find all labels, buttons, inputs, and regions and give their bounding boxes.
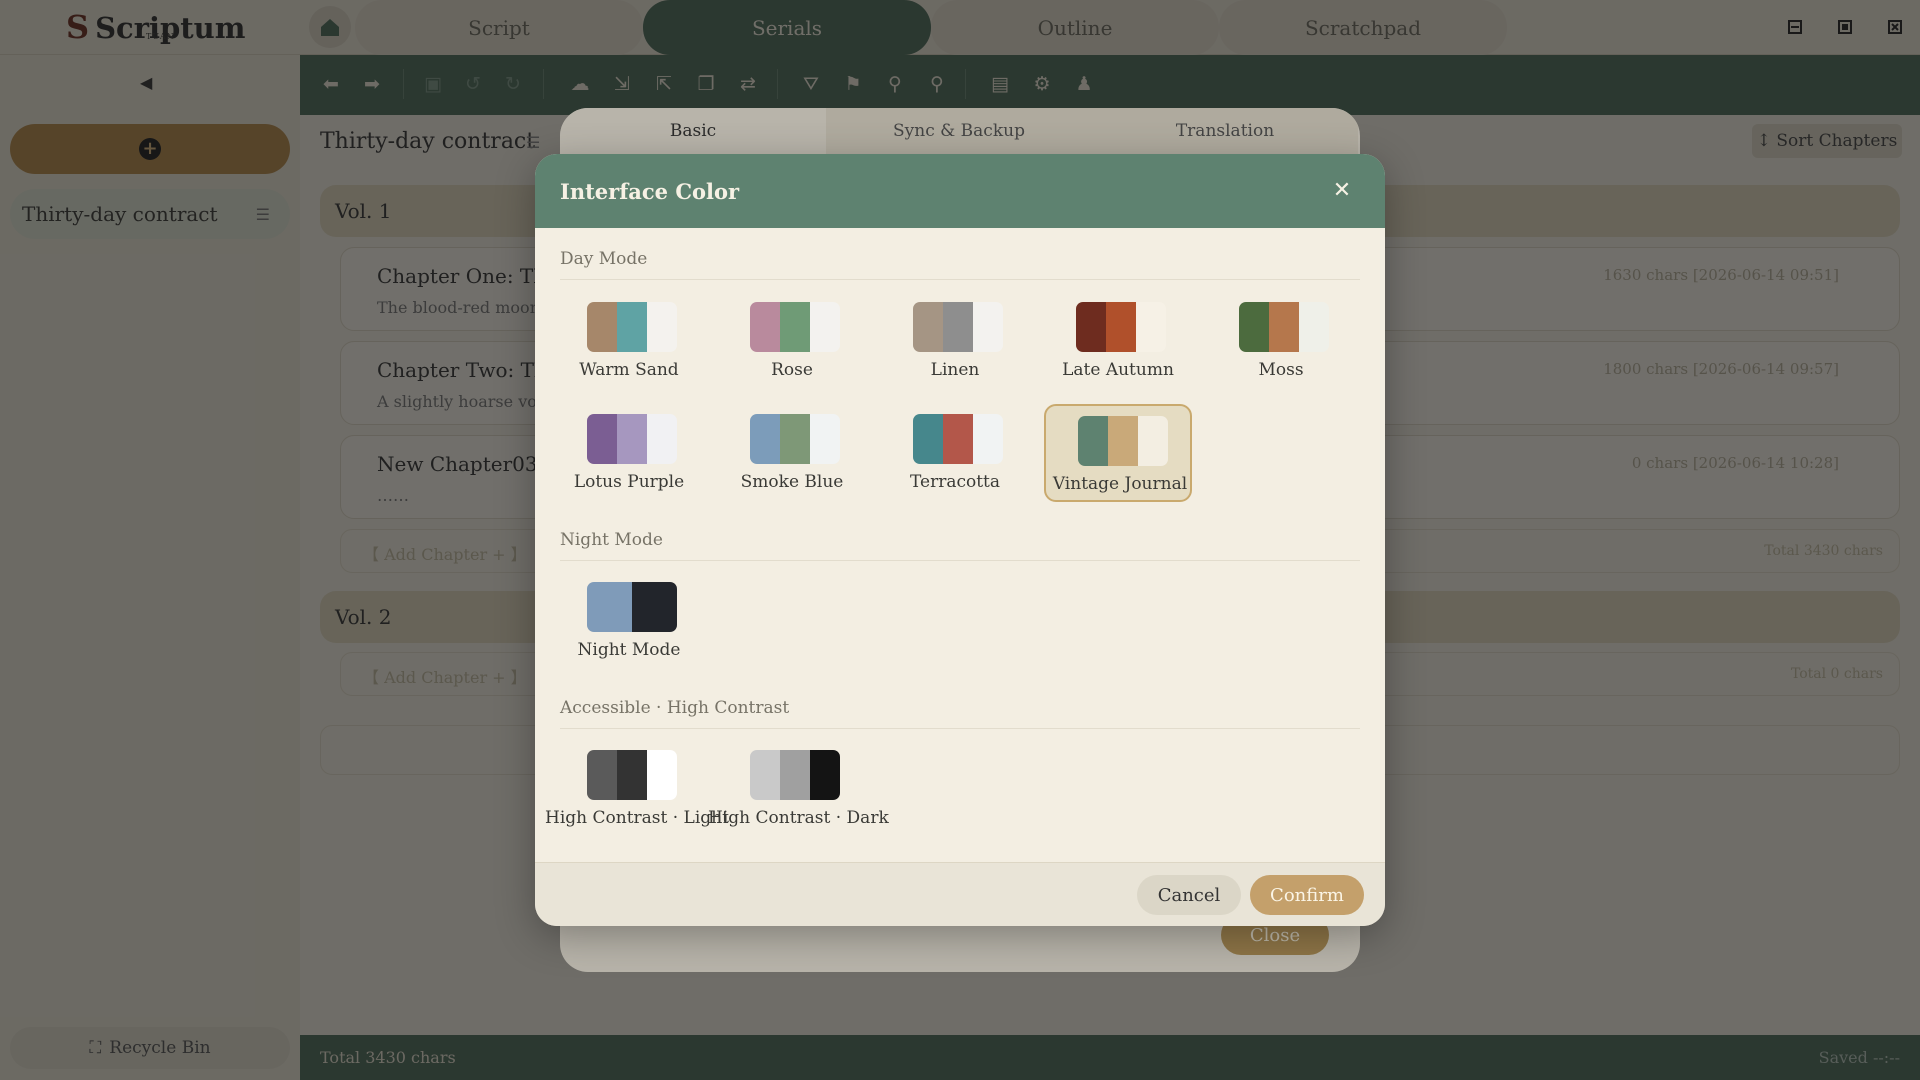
color-chip [913,302,943,352]
dialog-footer: Cancel Confirm [535,862,1385,926]
color-chips [913,414,1003,464]
theme-name: Lotus Purple [573,472,685,492]
dialog-title: Interface Color [560,178,740,204]
theme-name: Late Autumn [1062,360,1174,380]
theme-swatch-high-contrast-dark[interactable]: High Contrast · Dark [708,740,889,838]
color-chip [617,750,647,800]
theme-swatch-night-mode[interactable]: Night Mode [555,572,703,670]
theme-swatch-late-autumn[interactable]: Late Autumn [1044,292,1192,390]
color-chip [1239,302,1269,352]
color-chip [617,414,647,464]
color-chip [973,414,1003,464]
confirm-button[interactable]: Confirm [1250,875,1364,915]
dialog-header: Interface Color [535,154,1385,228]
color-chip [750,750,780,800]
color-chip [810,750,840,800]
theme-swatch-linen[interactable]: Linen [881,292,1029,390]
color-chip [780,750,810,800]
color-chip [647,302,677,352]
theme-swatch-moss[interactable]: Moss [1207,292,1355,390]
color-chip [943,302,973,352]
theme-swatch-lotus-purple[interactable]: Lotus Purple [555,404,703,502]
color-chip [1106,302,1136,352]
color-chip [587,750,617,800]
section-accessible: Accessible · High Contrast [560,698,1360,729]
color-chip [1138,416,1168,466]
color-chip [587,582,632,632]
theme-swatch-warm-sand[interactable]: Warm Sand [555,292,703,390]
theme-name: High Contrast · Light [545,808,729,828]
color-chip [632,582,677,632]
theme-name: Moss [1258,360,1304,380]
cancel-button[interactable]: Cancel [1137,875,1241,915]
color-chip [1076,302,1106,352]
color-chips [587,302,677,352]
color-chips [913,302,1003,352]
color-chips [587,582,677,632]
interface-color-dialog: Interface Color ✕ Day Mode Night Mode Ac… [535,154,1385,926]
color-chip [973,302,1003,352]
color-chip [647,750,677,800]
theme-name: Terracotta [909,472,1001,492]
color-chip [913,414,943,464]
color-chips [1076,302,1166,352]
theme-name: High Contrast · Dark [708,808,889,828]
theme-name: Vintage Journal [1052,474,1188,494]
color-chips [587,414,677,464]
color-chip [587,302,617,352]
color-chip [587,414,617,464]
section-night-mode: Night Mode [560,530,1360,561]
color-chip [943,414,973,464]
color-chip [1136,302,1166,352]
color-chip [647,414,677,464]
color-chip [617,302,647,352]
color-chip [810,302,840,352]
theme-swatch-vintage-journal[interactable]: Vintage Journal [1044,404,1192,502]
theme-swatch-smoke-blue[interactable]: Smoke Blue [718,404,866,502]
color-chip [780,302,810,352]
theme-name: Smoke Blue [740,472,844,492]
color-chip [750,302,780,352]
color-chip [1108,416,1138,466]
color-chip [1078,416,1108,466]
color-chips [1078,416,1168,466]
color-chip [810,414,840,464]
theme-swatch-terracotta[interactable]: Terracotta [881,404,1029,502]
theme-name: Rose [771,360,813,380]
theme-name: Linen [930,360,980,380]
color-chip [1269,302,1299,352]
theme-name: Warm Sand [579,360,679,380]
color-chips [750,414,840,464]
theme-name: Night Mode [577,640,681,660]
color-chip [780,414,810,464]
color-chips [750,750,840,800]
close-icon[interactable]: ✕ [1331,180,1353,202]
color-chip [750,414,780,464]
color-chips [750,302,840,352]
theme-swatch-rose[interactable]: Rose [718,292,866,390]
theme-swatch-high-contrast-light[interactable]: High Contrast · Light [545,740,729,838]
color-chips [587,750,677,800]
section-day-mode: Day Mode [560,249,1360,280]
color-chips [1239,302,1329,352]
color-chip [1299,302,1329,352]
